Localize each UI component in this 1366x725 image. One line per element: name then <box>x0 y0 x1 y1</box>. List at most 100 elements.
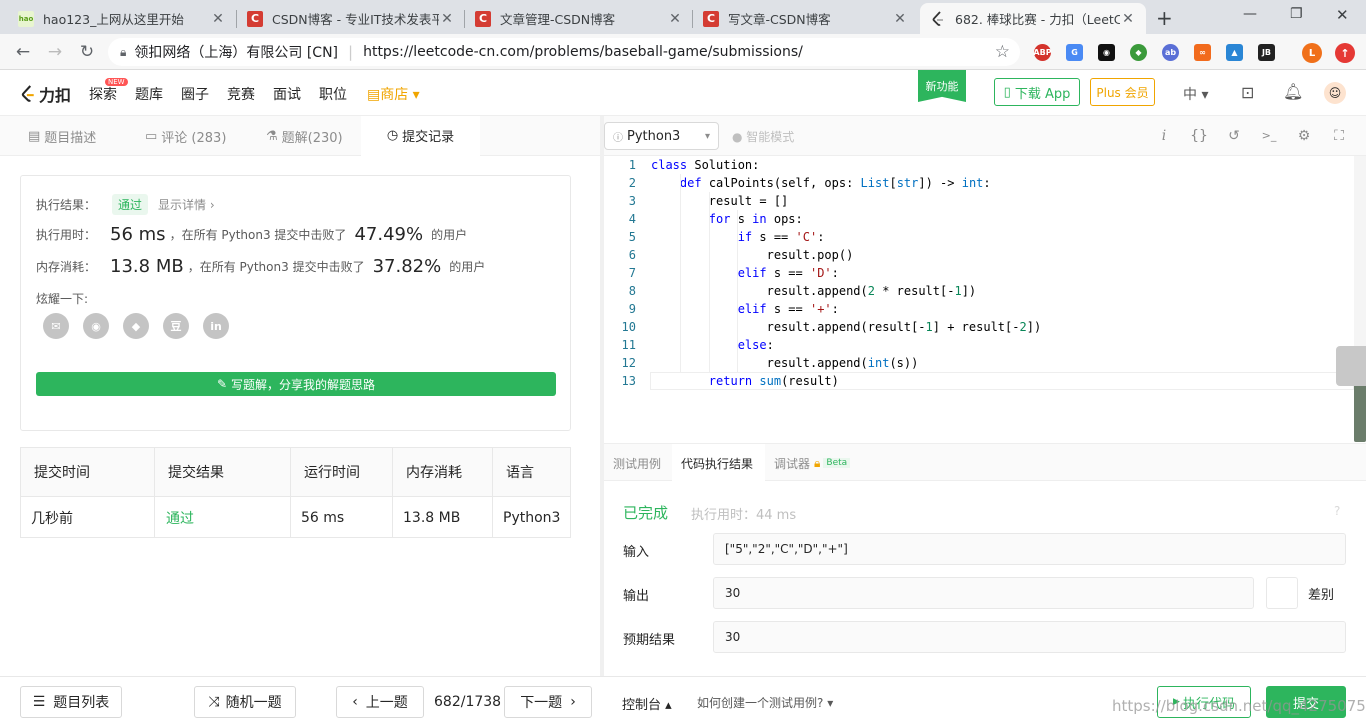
reset-icon[interactable]: ↺ <box>1224 126 1244 146</box>
new-tab-icon[interactable]: + <box>1156 6 1173 30</box>
bookmark-star-icon[interactable]: ☆ <box>995 42 1010 62</box>
new-feature-badge[interactable]: 新功能 <box>918 70 966 102</box>
nav-explore[interactable]: 探索 <box>89 84 117 104</box>
close-window-icon[interactable]: ✕ <box>1336 6 1349 24</box>
terminal-icon[interactable]: >_ <box>1259 126 1279 146</box>
translate-icon[interactable]: G <box>1066 44 1083 61</box>
diff-toggle[interactable]: 差别 <box>1266 577 1346 609</box>
address-bar[interactable]: 🔒︎ 领扣网络（上海）有限公司 [CN] | https://leetcode-… <box>108 38 1020 66</box>
browser-tab-active[interactable]: 682. 棒球比赛 - 力扣（LeetCode） ✕ <box>920 3 1146 34</box>
write-solution-button[interactable]: ✎ 写题解，分享我的解题思路 <box>36 372 556 396</box>
language-switch[interactable]: 中 ▾ <box>1183 84 1208 104</box>
browser-tab[interactable]: hao hao123_上网从这里开始 ✕ <box>8 3 236 34</box>
bell-icon[interactable]: 🔔︎ <box>1283 82 1303 101</box>
result-status-row: 执行结果： 通过 显示详情 › <box>36 194 215 215</box>
tab-description[interactable]: ▤ 题目描述 <box>28 116 96 156</box>
problem-list-button[interactable]: ☰ 题目列表 <box>20 686 122 718</box>
fullscreen-icon[interactable]: ⛶ <box>1329 126 1349 146</box>
close-tab-icon[interactable]: ✕ <box>210 11 226 27</box>
tab-comments[interactable]: ▭ 评论 (283) <box>145 116 226 156</box>
linkedin-icon[interactable]: in <box>203 313 229 339</box>
tab-submissions[interactable]: ◷ 提交记录 <box>361 116 480 156</box>
extension-icon[interactable]: ab <box>1162 44 1179 61</box>
browser-tab[interactable]: C 文章管理-CSDN博客 ✕ <box>465 3 693 34</box>
extension-icon[interactable]: ◆ <box>1130 44 1147 61</box>
browser-tab[interactable]: C CSDN博客 - 专业IT技术发表平台 ✕ <box>237 3 465 34</box>
nav-contest[interactable]: 竞赛 <box>227 84 255 104</box>
extension-icon[interactable]: ▲ <box>1226 44 1243 61</box>
language-select[interactable]: ⓘ Python3 ▾ <box>604 122 719 150</box>
console-toggle[interactable]: 控制台 ▴ <box>622 694 672 713</box>
leetcode-icon <box>930 10 946 27</box>
show-details-link[interactable]: 显示详情 › <box>158 196 215 213</box>
adblock-icon[interactable]: ABP <box>1033 44 1052 61</box>
code-line[interactable]: class Solution: <box>651 156 759 174</box>
nav-store[interactable]: ▤商店 ▾ <box>367 84 420 104</box>
column-header: 提交时间 <box>21 448 155 496</box>
chevron-left-icon: ‹ <box>352 694 358 710</box>
terminal-icon[interactable]: ⊡ <box>1241 83 1254 102</box>
input-value: ["5","2","C","D","+"] <box>713 533 1346 565</box>
runtime-label: 执行用时： <box>36 228 97 242</box>
tab-run-result[interactable]: 代码执行结果 <box>672 444 765 482</box>
close-tab-icon[interactable]: ✕ <box>1120 11 1136 27</box>
code-line[interactable]: result.pop() <box>651 246 854 264</box>
nav-jobs[interactable]: 职位 <box>319 84 347 104</box>
tab-debugger[interactable]: 调试器 🔒︎ Beta <box>765 444 859 482</box>
line-number: 9 <box>628 302 636 316</box>
code-line[interactable]: result.append(2 * result[-1]) <box>651 282 977 300</box>
hao123-icon: hao <box>18 10 34 27</box>
tab-solutions[interactable]: ⚗ 题解(230) <box>266 116 343 156</box>
close-tab-icon[interactable]: ✕ <box>667 11 683 27</box>
leetcode-logo[interactable]: 力扣 <box>20 82 71 106</box>
editor-scrollbar[interactable] <box>1354 156 1366 442</box>
forward-icon[interactable]: → <box>44 42 66 62</box>
how-to-testcase-link[interactable]: 如何创建一个测试用例? ▾ <box>697 694 833 711</box>
status-label: 执行结果： <box>36 198 97 212</box>
plus-member-button[interactable]: Plus 会员 <box>1090 78 1155 106</box>
close-tab-icon[interactable]: ✕ <box>439 11 455 27</box>
code-line[interactable]: return sum(result) <box>651 372 839 390</box>
info-icon[interactable]: i <box>1154 126 1174 146</box>
minimize-icon[interactable]: — <box>1243 6 1257 22</box>
browser-tab[interactable]: C 写文章-CSDN博客 ✕ <box>693 3 918 34</box>
code-editor[interactable]: 1 class Solution: 2 def calPoints(self, op… <box>604 156 1354 442</box>
weibo-icon[interactable]: ◉ <box>83 313 109 339</box>
reload-icon[interactable]: ↻ <box>76 42 98 62</box>
extension-icon[interactable]: ◉ <box>1098 44 1115 61</box>
random-problem-button[interactable]: ⤨ 随机一题 <box>194 686 296 718</box>
extension-icon[interactable]: ∞ <box>1194 44 1211 61</box>
table-cell-runtime: 56 ms <box>291 496 393 538</box>
braces-icon[interactable]: {} <box>1189 126 1209 146</box>
douban-icon[interactable]: 豆 <box>163 313 189 339</box>
pencil-icon: ✎ <box>216 377 228 391</box>
code-line[interactable]: for s in ops: <box>651 210 803 228</box>
next-problem-button[interactable]: 下一题 › <box>504 686 592 718</box>
help-icon[interactable]: ? <box>1334 504 1340 518</box>
table-cell-result[interactable]: 通过 <box>155 496 291 538</box>
download-app-button[interactable]: ▯ 下载 App <box>994 78 1080 106</box>
qq-icon[interactable]: ◆ <box>123 313 149 339</box>
update-icon[interactable]: ↑ <box>1335 43 1355 63</box>
diff-switch[interactable] <box>1266 577 1298 609</box>
lock-icon: 🔒︎ <box>120 44 127 59</box>
profile-avatar[interactable]: L <box>1302 43 1322 63</box>
close-tab-icon[interactable]: ✕ <box>892 11 908 27</box>
user-avatar[interactable]: ☺ <box>1324 82 1346 104</box>
nav-circle[interactable]: 圈子 <box>181 84 209 104</box>
code-line[interactable]: def calPoints(self, ops: List[str]) -> i… <box>651 174 991 192</box>
restore-icon[interactable]: ❐ <box>1290 6 1303 22</box>
wechat-icon[interactable]: ✉ <box>43 313 69 339</box>
smart-mode-toggle[interactable]: ● 智能模式 <box>732 128 794 145</box>
prev-problem-button[interactable]: ‹ 上一题 <box>336 686 424 718</box>
settings-icon[interactable]: ⚙ <box>1294 126 1314 146</box>
nav-problems[interactable]: 题库 <box>135 84 163 104</box>
code-line[interactable]: else: <box>651 336 774 354</box>
code-line[interactable]: result = [] <box>651 192 788 210</box>
jetbrains-icon[interactable]: JB <box>1258 44 1275 61</box>
tab-testcase[interactable]: 测试用例 <box>604 444 670 482</box>
code-line[interactable]: result.append(int(s)) <box>651 354 919 372</box>
side-handle[interactable] <box>1336 346 1366 386</box>
nav-interview[interactable]: 面试 <box>273 84 301 104</box>
back-icon[interactable]: ← <box>12 42 34 62</box>
